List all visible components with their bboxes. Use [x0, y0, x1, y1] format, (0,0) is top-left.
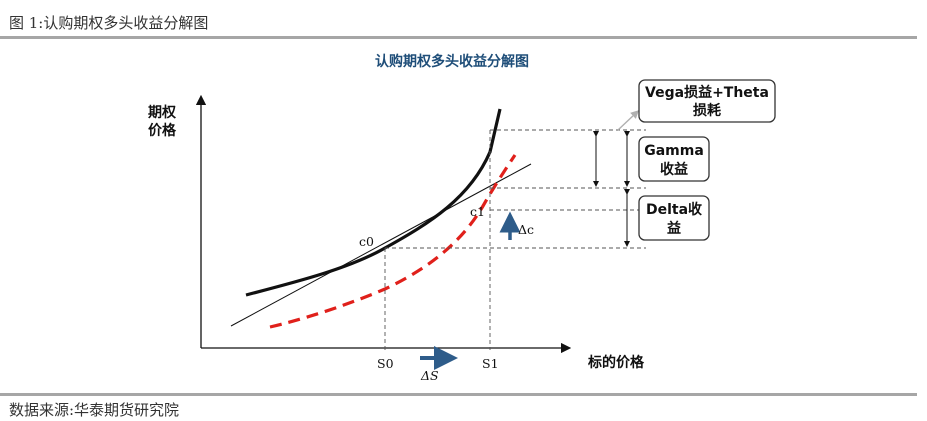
vega-pointer-arrow [617, 110, 640, 131]
diagram-title: 认购期权多头收益分解图 [375, 53, 529, 70]
source-caption: 数据来源:华泰期货研究院 [9, 401, 180, 419]
intrinsic-value-curve [269, 154, 517, 329]
gamma-box-line1: Gamma [644, 143, 704, 159]
gamma-box-line2: 收益 [660, 161, 688, 178]
point-c1-label: c1 [470, 204, 485, 219]
delta-c-label: Δc [518, 222, 534, 237]
tick-s1-label: S1 [482, 356, 499, 371]
delta-box-line2: 益 [667, 220, 681, 237]
option-payoff-diagram: 认购期权多头收益分解图 期权 价格 标的价格 c0 c1 Δc S0 S1 ΔS… [148, 53, 776, 383]
vega-theta-box-line1: Vega损益+Theta [645, 84, 769, 101]
vega-theta-box-line2: 损耗 [693, 102, 721, 119]
tangent-line [230, 163, 532, 327]
delta-box-line1: Delta收 [646, 201, 703, 218]
tick-s0-label: S0 [377, 356, 394, 371]
option-price-curve [245, 108, 502, 297]
guide-lines [384, 129, 646, 350]
y-axis-label-line2: 价格 [148, 122, 177, 139]
delta-s-label: ΔS [420, 368, 439, 383]
bottom-rule [0, 393, 917, 396]
point-c0-label: c0 [359, 234, 374, 249]
y-axis-label-line1: 期权 [148, 104, 177, 121]
x-axis-label: 标的价格 [587, 354, 645, 371]
